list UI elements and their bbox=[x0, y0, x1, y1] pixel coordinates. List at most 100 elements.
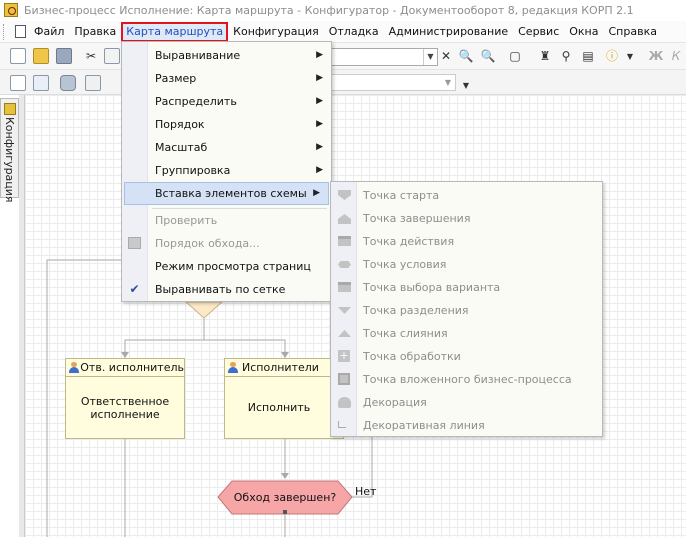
menu-item-label: Режим просмотра страниц bbox=[155, 260, 311, 273]
open-folder-icon[interactable] bbox=[33, 48, 49, 64]
font-combo[interactable]: ▼ bbox=[330, 74, 456, 91]
traversal-order-icon bbox=[128, 237, 141, 249]
menu-item-snap-to-grid[interactable]: ✔ Выравнивать по сетке bbox=[122, 278, 331, 301]
menu-item-distribute[interactable]: Распределить ▶ bbox=[122, 90, 331, 113]
menu-item-scale[interactable]: Масштаб ▶ bbox=[122, 136, 331, 159]
menu-item-label: Масштаб bbox=[155, 141, 208, 154]
nested-process-icon bbox=[338, 373, 350, 385]
submenu-item-processing-point[interactable]: + Точка обработки bbox=[331, 345, 602, 368]
processing-point-icon: + bbox=[338, 349, 350, 362]
save-icon[interactable] bbox=[56, 48, 72, 64]
chevron-down-icon[interactable]: ▼ bbox=[441, 75, 455, 90]
menu-item-page-view[interactable]: Режим просмотра страниц bbox=[122, 255, 331, 278]
side-tab-label: Конфигурация bbox=[3, 117, 16, 203]
properties-icon[interactable] bbox=[10, 75, 26, 91]
menu-file[interactable]: Файл bbox=[29, 22, 69, 42]
menu-item-grouping[interactable]: Группировка ▶ bbox=[122, 159, 331, 182]
info-icon[interactable]: ⓘ bbox=[604, 48, 620, 64]
menu-item-label: Размер bbox=[155, 72, 197, 85]
compare-icon[interactable] bbox=[85, 75, 101, 91]
chevron-down-icon[interactable]: ▼ bbox=[423, 49, 437, 65]
menu-item-label: Порядок bbox=[155, 118, 205, 131]
submenu-item-label: Точка старта bbox=[363, 189, 440, 202]
italic-icon[interactable]: К bbox=[668, 48, 684, 64]
info-dropdown-icon[interactable]: ▼ bbox=[622, 49, 638, 65]
font-dropdown-icon[interactable]: ▼ bbox=[458, 78, 474, 94]
task-body: Исполнить bbox=[225, 377, 343, 414]
find-icon[interactable]: ⚲ bbox=[558, 48, 574, 64]
submenu-arrow-icon: ▶ bbox=[316, 165, 323, 175]
configuration-side-tab[interactable]: Конфигурация bbox=[0, 98, 19, 203]
new-document-icon[interactable] bbox=[10, 48, 26, 64]
menu-item-size[interactable]: Размер ▶ bbox=[122, 67, 331, 90]
menu-item-label: Выравнивание bbox=[155, 49, 241, 62]
bold-icon[interactable]: Ж bbox=[648, 48, 664, 64]
cut-icon[interactable]: ✂ bbox=[83, 48, 99, 64]
title-bar: Бизнес-процесс Исполнение: Карта маршрут… bbox=[0, 0, 686, 20]
condition-label: Обход завершен? bbox=[233, 491, 337, 504]
decoration-icon bbox=[338, 397, 351, 408]
document-menu-icon[interactable] bbox=[15, 25, 26, 38]
task-body: Ответственное исполнение bbox=[66, 377, 184, 421]
submenu-item-condition-point[interactable]: Точка условия bbox=[331, 253, 602, 276]
menu-item-traversal-order[interactable]: Порядок обхода... bbox=[122, 232, 331, 255]
submenu-item-decoration[interactable]: Декорация bbox=[331, 391, 602, 414]
action-point-icon bbox=[338, 236, 351, 246]
menu-route-map[interactable]: Карта маршрута bbox=[121, 21, 229, 42]
menu-item-check[interactable]: Проверить bbox=[122, 209, 331, 232]
no-branch-label: Нет bbox=[355, 485, 377, 498]
menu-configuration[interactable]: Конфигурация bbox=[228, 22, 324, 42]
find-next-icon[interactable]: 🔍 bbox=[458, 48, 474, 64]
task-executors[interactable]: Исполнители Исполнить bbox=[224, 358, 344, 439]
menu-edit[interactable]: Правка bbox=[69, 22, 121, 42]
submenu-item-choice-point[interactable]: Точка выбора варианта bbox=[331, 276, 602, 299]
task-body-line: Исполнить bbox=[247, 401, 311, 414]
merge-point-icon bbox=[338, 330, 351, 337]
submenu-item-label: Декоративная линия bbox=[363, 419, 485, 432]
submenu-item-label: Точка выбора варианта bbox=[363, 281, 501, 294]
menu-item-alignment[interactable]: Выравнивание ▶ bbox=[122, 44, 331, 67]
find-prev-icon[interactable]: 🔍 bbox=[480, 48, 496, 64]
menu-windows[interactable]: Окна bbox=[564, 22, 603, 42]
menu-debug[interactable]: Отладка bbox=[324, 22, 384, 42]
condition-point-icon bbox=[338, 261, 351, 268]
submenu-arrow-icon: ▶ bbox=[316, 142, 323, 152]
debug-icon[interactable]: ♜ bbox=[537, 48, 553, 64]
condition-point[interactable]: Обход завершен? bbox=[218, 481, 352, 514]
submenu-arrow-icon: ▶ bbox=[313, 188, 320, 198]
task-header: Отв. исполнитель bbox=[66, 359, 184, 377]
menu-administration[interactable]: Администрирование bbox=[384, 22, 514, 42]
copy-icon[interactable] bbox=[104, 48, 120, 64]
menu-item-label: Выравнивать по сетке bbox=[155, 283, 286, 296]
clear-search-icon[interactable]: ✕ bbox=[438, 48, 454, 64]
submenu-item-label: Точка вложенного бизнес-процесса bbox=[363, 373, 572, 386]
submenu-item-label: Точка действия bbox=[363, 235, 455, 248]
close-form-icon[interactable] bbox=[33, 75, 49, 91]
window-icon[interactable]: ▢ bbox=[507, 48, 523, 64]
toolbar-grip[interactable] bbox=[3, 23, 9, 40]
search-combo[interactable]: ▼ bbox=[330, 48, 438, 66]
database-icon[interactable] bbox=[60, 75, 76, 91]
submenu-item-action-point[interactable]: Точка действия bbox=[331, 230, 602, 253]
task-responsible[interactable]: Отв. исполнитель Ответственное исполнени… bbox=[65, 358, 185, 439]
submenu-item-decorative-line[interactable]: Декоративная линия bbox=[331, 414, 602, 437]
menu-item-label: Проверить bbox=[155, 214, 218, 227]
submenu-item-split-point[interactable]: Точка разделения bbox=[331, 299, 602, 322]
configuration-icon bbox=[4, 103, 16, 115]
submenu-item-merge-point[interactable]: Точка слияния bbox=[331, 322, 602, 345]
submenu-item-start-point[interactable]: Точка старта bbox=[331, 184, 602, 207]
menu-item-insert-elements[interactable]: Вставка элементов схемы ▶ bbox=[124, 182, 329, 205]
menu-item-order[interactable]: Порядок ▶ bbox=[122, 113, 331, 136]
window-title: Бизнес-процесс Исполнение: Карта маршрут… bbox=[24, 3, 634, 17]
submenu-item-label: Точка разделения bbox=[363, 304, 469, 317]
menu-service[interactable]: Сервис bbox=[513, 22, 564, 42]
choice-point-icon bbox=[338, 282, 351, 292]
report-icon[interactable]: ▤ bbox=[580, 48, 596, 64]
submenu-item-end-point[interactable]: Точка завершения bbox=[331, 207, 602, 230]
submenu-item-nested-process-point[interactable]: Точка вложенного бизнес-процесса bbox=[331, 368, 602, 391]
menu-help[interactable]: Справка bbox=[604, 22, 662, 42]
user-icon bbox=[69, 362, 80, 373]
task-body-line: исполнение bbox=[90, 408, 160, 421]
decorative-line-icon bbox=[338, 421, 346, 428]
checkmark-icon: ✔ bbox=[129, 282, 140, 296]
